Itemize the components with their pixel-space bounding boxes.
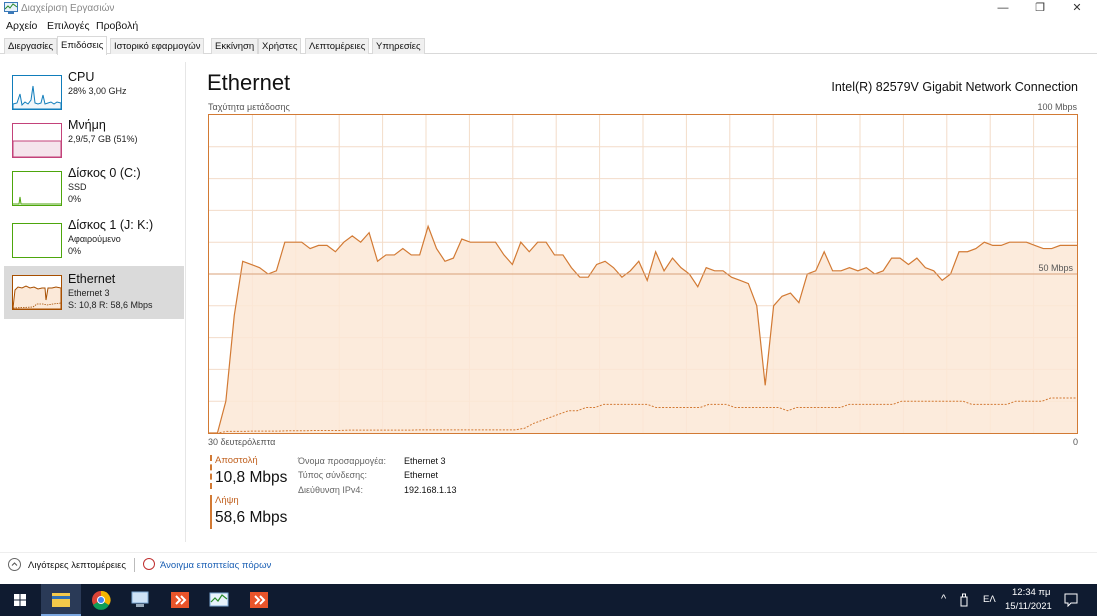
start-button[interactable] — [0, 584, 40, 616]
folder-icon — [52, 593, 70, 607]
tab-details[interactable]: Λεπτομέρειες — [305, 38, 370, 54]
send-label: Αποστολή — [215, 455, 258, 466]
taskbar-file-explorer[interactable] — [41, 584, 81, 616]
resource-sidebar: CPU 28% 3,00 GHz Μνήμη 2,9/5,7 GB (51%) … — [0, 62, 186, 542]
graph-label: Ταχύτητα μετάδοσης — [208, 102, 290, 112]
task-manager-icon — [4, 2, 18, 14]
taskbar-chrome[interactable] — [81, 584, 121, 616]
tab-services[interactable]: Υπηρεσίες — [372, 38, 425, 54]
app-icon — [250, 592, 268, 608]
task-manager-icon — [209, 592, 229, 607]
clock-time[interactable]: 12:34 πμ — [1012, 587, 1050, 598]
title-bar: Διαχείριση Εργασιών — ❐ ✕ — [0, 0, 1097, 18]
notification-icon[interactable] — [1064, 593, 1078, 607]
computer-icon — [131, 591, 149, 607]
ipv4-value: 192.168.1.13 — [404, 485, 457, 495]
restore-button[interactable]: ❐ — [1022, 0, 1058, 18]
minimize-button[interactable]: — — [985, 0, 1021, 18]
tab-app-history[interactable]: Ιστορικό εφαρμογών — [110, 38, 205, 54]
menu-file[interactable]: Αρχείο — [6, 20, 37, 32]
sidebar-item-disk-1[interactable]: Δίσκος 1 (J: K:) Αφαιρούμενο 0% — [4, 214, 184, 264]
sidebar-item-detail: Αφαιρούμενο — [68, 234, 121, 244]
page-title: Ethernet — [207, 70, 291, 95]
graph-zero-label: 0 — [1072, 437, 1078, 447]
tab-startup[interactable]: Εκκίνηση — [211, 38, 259, 54]
clock-date[interactable]: 15/11/2021 — [1005, 601, 1052, 612]
footer-divider — [134, 558, 135, 572]
resource-monitor-link[interactable]: Άνοιγμα εποπτείας πόρων — [160, 560, 271, 571]
menu-options[interactable]: Επιλογές — [47, 20, 90, 32]
receive-label: Λήψη — [215, 495, 239, 506]
sidebar-item-ethernet[interactable]: Ethernet Ethernet 3 S: 10,8 R: 58,6 Mbps — [4, 266, 184, 319]
tab-performance[interactable]: Επιδόσεις — [57, 36, 108, 55]
app-icon — [171, 592, 189, 608]
sidebar-item-detail: Ethernet 3 — [68, 288, 110, 298]
sidebar-item-memory[interactable]: Μνήμη 2,9/5,7 GB (51%) — [4, 114, 184, 162]
fewer-details-link[interactable]: Λιγότερες λεπτομέρειες — [28, 560, 126, 571]
menu-view[interactable]: Προβολή — [96, 20, 138, 32]
sidebar-item-cpu[interactable]: CPU 28% 3,00 GHz — [4, 66, 184, 114]
connection-type-key: Τύπος σύνδεσης: — [298, 470, 367, 480]
sidebar-item-detail: SSD — [68, 182, 87, 192]
send-stat: Αποστολή 10,8 Mbps — [210, 455, 287, 489]
ipv4-key: Διεύθυνση IPv4: — [298, 485, 363, 495]
throughput-graph: 50 Mbps — [208, 114, 1078, 434]
receive-stat: Λήψη 58,6 Mbps — [210, 495, 287, 529]
sidebar-item-name: Δίσκος 0 (C:) — [68, 166, 141, 180]
sidebar-item-detail: 28% 3,00 GHz — [68, 86, 127, 96]
cpu-thumbnail-graph — [12, 75, 62, 110]
sidebar-item-name: Δίσκος 1 (J: K:) — [68, 218, 154, 232]
sidebar-item-name: CPU — [68, 70, 95, 84]
sidebar-item-name: Μνήμη — [68, 118, 106, 132]
taskbar-computer[interactable] — [120, 584, 160, 616]
graph-max-label: 100 Mbps — [1037, 102, 1077, 112]
disk-1-thumbnail-graph — [12, 223, 62, 258]
send-value: 10,8 Mbps — [215, 469, 288, 486]
chevron-up-icon[interactable] — [8, 558, 21, 571]
sidebar-item-usage: 0% — [68, 246, 82, 256]
taskbar: ^ ΕΛ 12:34 πμ 15/11/2021 — [0, 584, 1097, 616]
chevron-up-icon[interactable]: ^ — [941, 593, 946, 605]
graph-time-label: 30 δευτερόλεπτα — [208, 437, 276, 447]
sidebar-item-throughput: S: 10,8 R: 58,6 Mbps — [68, 300, 153, 310]
close-button[interactable]: ✕ — [1059, 0, 1095, 18]
scale-label-50: 50 Mbps — [1038, 263, 1073, 273]
resource-monitor-icon[interactable] — [143, 558, 155, 570]
tab-users[interactable]: Χρήστες — [258, 38, 302, 54]
chrome-icon — [92, 590, 111, 610]
sidebar-item-usage: 0% — [68, 194, 82, 204]
sidebar-item-disk-0[interactable]: Δίσκος 0 (C:) SSD 0% — [4, 162, 184, 212]
memory-thumbnail-graph — [12, 123, 62, 158]
adapter-name: Intel(R) 82579V Gigabit Network Connecti… — [831, 80, 1078, 94]
sidebar-item-detail: 2,9/5,7 GB (51%) — [68, 134, 138, 144]
taskbar-task-manager[interactable] — [199, 584, 239, 616]
menu-bar: Αρχείο Επιλογές Προβολή — [0, 18, 1097, 35]
language-indicator[interactable]: ΕΛ — [983, 594, 996, 605]
window-title: Διαχείριση Εργασιών — [21, 3, 115, 14]
taskbar-app-orange-2[interactable] — [239, 584, 279, 616]
footer-bar: Λιγότερες λεπτομέρειες Άνοιγμα εποπτείας… — [0, 552, 1097, 576]
taskbar-app-orange-1[interactable] — [160, 584, 200, 616]
windows-logo-icon — [14, 594, 26, 606]
ethernet-thumbnail-graph — [12, 275, 62, 310]
usb-drive-icon[interactable] — [959, 593, 969, 607]
sidebar-item-name: Ethernet — [68, 272, 116, 286]
receive-value: 58,6 Mbps — [215, 509, 288, 526]
tab-processes[interactable]: Διεργασίες — [4, 38, 58, 54]
adapter-name-key: Όνομα προσαρμογέα: — [298, 456, 386, 466]
adapter-name-value: Ethernet 3 — [404, 456, 446, 466]
disk-0-thumbnail-graph — [12, 171, 62, 206]
tab-bar: Διεργασίες Επιδόσεις Ιστορικό εφαρμογών … — [0, 36, 1097, 55]
connection-type-value: Ethernet — [404, 470, 439, 480]
